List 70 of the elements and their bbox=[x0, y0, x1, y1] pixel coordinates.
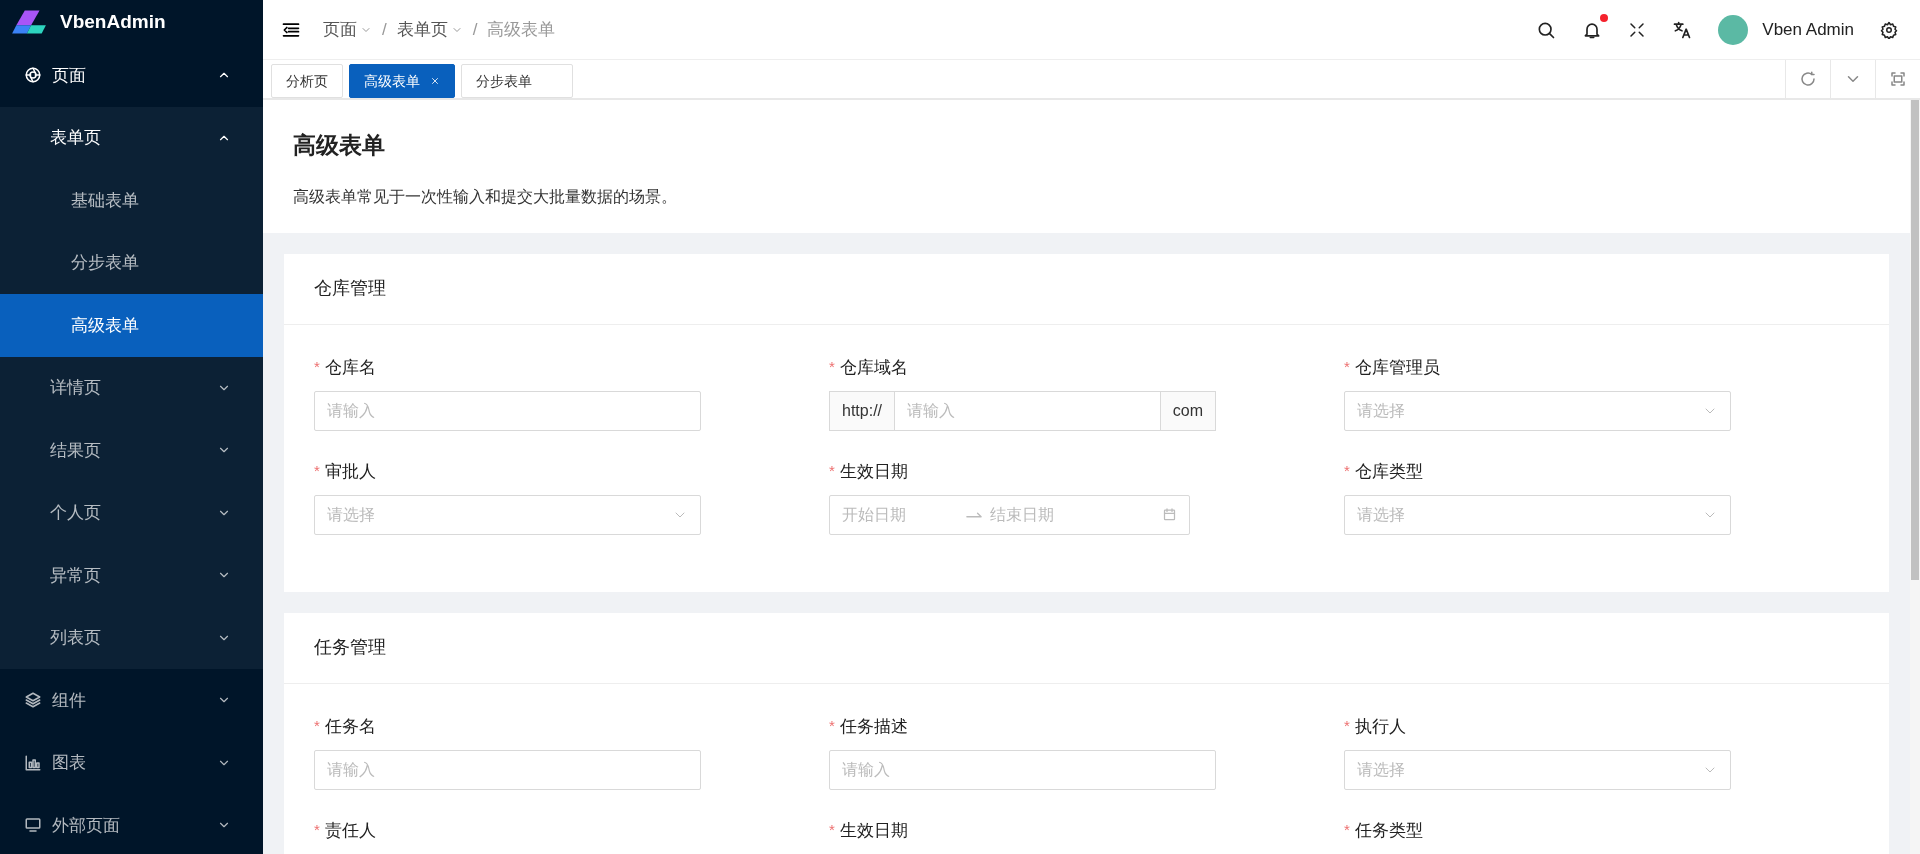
menu-item[interactable]: 列表页 bbox=[0, 606, 263, 669]
calendar-icon bbox=[1162, 507, 1177, 522]
settings-icon bbox=[1880, 20, 1898, 39]
text-input[interactable]: 请输入 bbox=[895, 390, 1160, 431]
menu-item[interactable]: 基础表单 bbox=[0, 169, 263, 232]
menu-item[interactable]: 页面 bbox=[0, 44, 263, 107]
logo-icon bbox=[10, 8, 48, 36]
text-input[interactable]: 请输入 bbox=[829, 749, 1216, 790]
user-name[interactable]: Vben Admin bbox=[1762, 16, 1854, 43]
required-mark: * bbox=[314, 357, 320, 378]
bar-chart-icon bbox=[24, 753, 42, 772]
card-title: 任务管理 bbox=[314, 636, 386, 659]
input-suffix: com bbox=[1159, 390, 1216, 431]
field-label: 仓库名 bbox=[324, 356, 376, 379]
menu-item[interactable]: 异常页 bbox=[0, 544, 263, 607]
field-label: 仓库类型 bbox=[1354, 460, 1423, 483]
field-label: 仓库域名 bbox=[839, 356, 908, 379]
required-mark: * bbox=[829, 461, 835, 482]
monitor-icon bbox=[24, 816, 42, 835]
scrollbar-thumb[interactable] bbox=[1911, 100, 1919, 580]
card-title: 仓库管理 bbox=[314, 277, 386, 300]
field-label: 任务描述 bbox=[839, 715, 908, 738]
field-label: 执行人 bbox=[1354, 715, 1406, 738]
field-label: 责任人 bbox=[324, 819, 376, 842]
required-mark: * bbox=[829, 716, 835, 737]
close-icon bbox=[430, 76, 440, 86]
tab[interactable]: 分析页 bbox=[271, 64, 343, 98]
page-description: 高级表单常见于一次性输入和提交大批量数据的场景。 bbox=[293, 186, 678, 207]
breadcrumb-separator: / bbox=[382, 18, 387, 41]
menu-item[interactable]: 高级表单 bbox=[0, 294, 263, 357]
text-input[interactable]: 请输入 bbox=[314, 390, 701, 431]
field-label: 任务名 bbox=[324, 715, 376, 738]
required-mark: * bbox=[1344, 716, 1350, 737]
aperture-icon bbox=[24, 66, 42, 85]
required-mark: * bbox=[829, 357, 835, 378]
field-label: 生效日期 bbox=[839, 819, 908, 842]
menu-item[interactable]: 表单页 bbox=[0, 106, 263, 169]
layers-icon bbox=[24, 691, 42, 710]
translate-icon bbox=[1672, 19, 1693, 40]
required-mark: * bbox=[314, 716, 320, 737]
refresh-icon bbox=[1799, 70, 1817, 88]
breadcrumb-link[interactable]: 页面 bbox=[323, 16, 372, 43]
menu-item[interactable]: 详情页 bbox=[0, 356, 263, 419]
required-mark: * bbox=[829, 820, 835, 841]
fullscreen-icon bbox=[1889, 70, 1907, 88]
tab[interactable]: 分步表单 bbox=[461, 64, 573, 98]
menu-item[interactable]: 组件 bbox=[0, 669, 263, 732]
field-label: 任务类型 bbox=[1354, 819, 1423, 842]
required-mark: * bbox=[314, 461, 320, 482]
breadcrumb-link[interactable]: 表单页 bbox=[396, 16, 463, 43]
page-title: 高级表单 bbox=[293, 131, 386, 160]
menu-item[interactable]: 个人页 bbox=[0, 481, 263, 544]
field-label: 仓库管理员 bbox=[1354, 356, 1440, 379]
required-mark: * bbox=[1344, 461, 1350, 482]
tab[interactable]: 高级表单 bbox=[349, 64, 455, 98]
avatar[interactable] bbox=[1718, 14, 1749, 45]
field-label: 审批人 bbox=[324, 460, 376, 483]
required-mark: * bbox=[1344, 357, 1350, 378]
menu-item[interactable]: 图表 bbox=[0, 731, 263, 794]
text-input[interactable]: 请输入 bbox=[314, 749, 701, 790]
required-mark: * bbox=[1344, 820, 1350, 841]
menu-item[interactable]: 结果页 bbox=[0, 419, 263, 482]
input-prefix: http:// bbox=[829, 390, 896, 431]
app-name: VbenAdmin bbox=[60, 9, 166, 34]
field-label: 生效日期 bbox=[839, 460, 908, 483]
menu-item[interactable]: 分步表单 bbox=[0, 231, 263, 294]
fullscreen-icon bbox=[1628, 20, 1647, 39]
required-mark: * bbox=[314, 820, 320, 841]
breadcrumb-separator: / bbox=[472, 18, 478, 41]
menu-item[interactable]: 外部页面 bbox=[0, 794, 263, 854]
